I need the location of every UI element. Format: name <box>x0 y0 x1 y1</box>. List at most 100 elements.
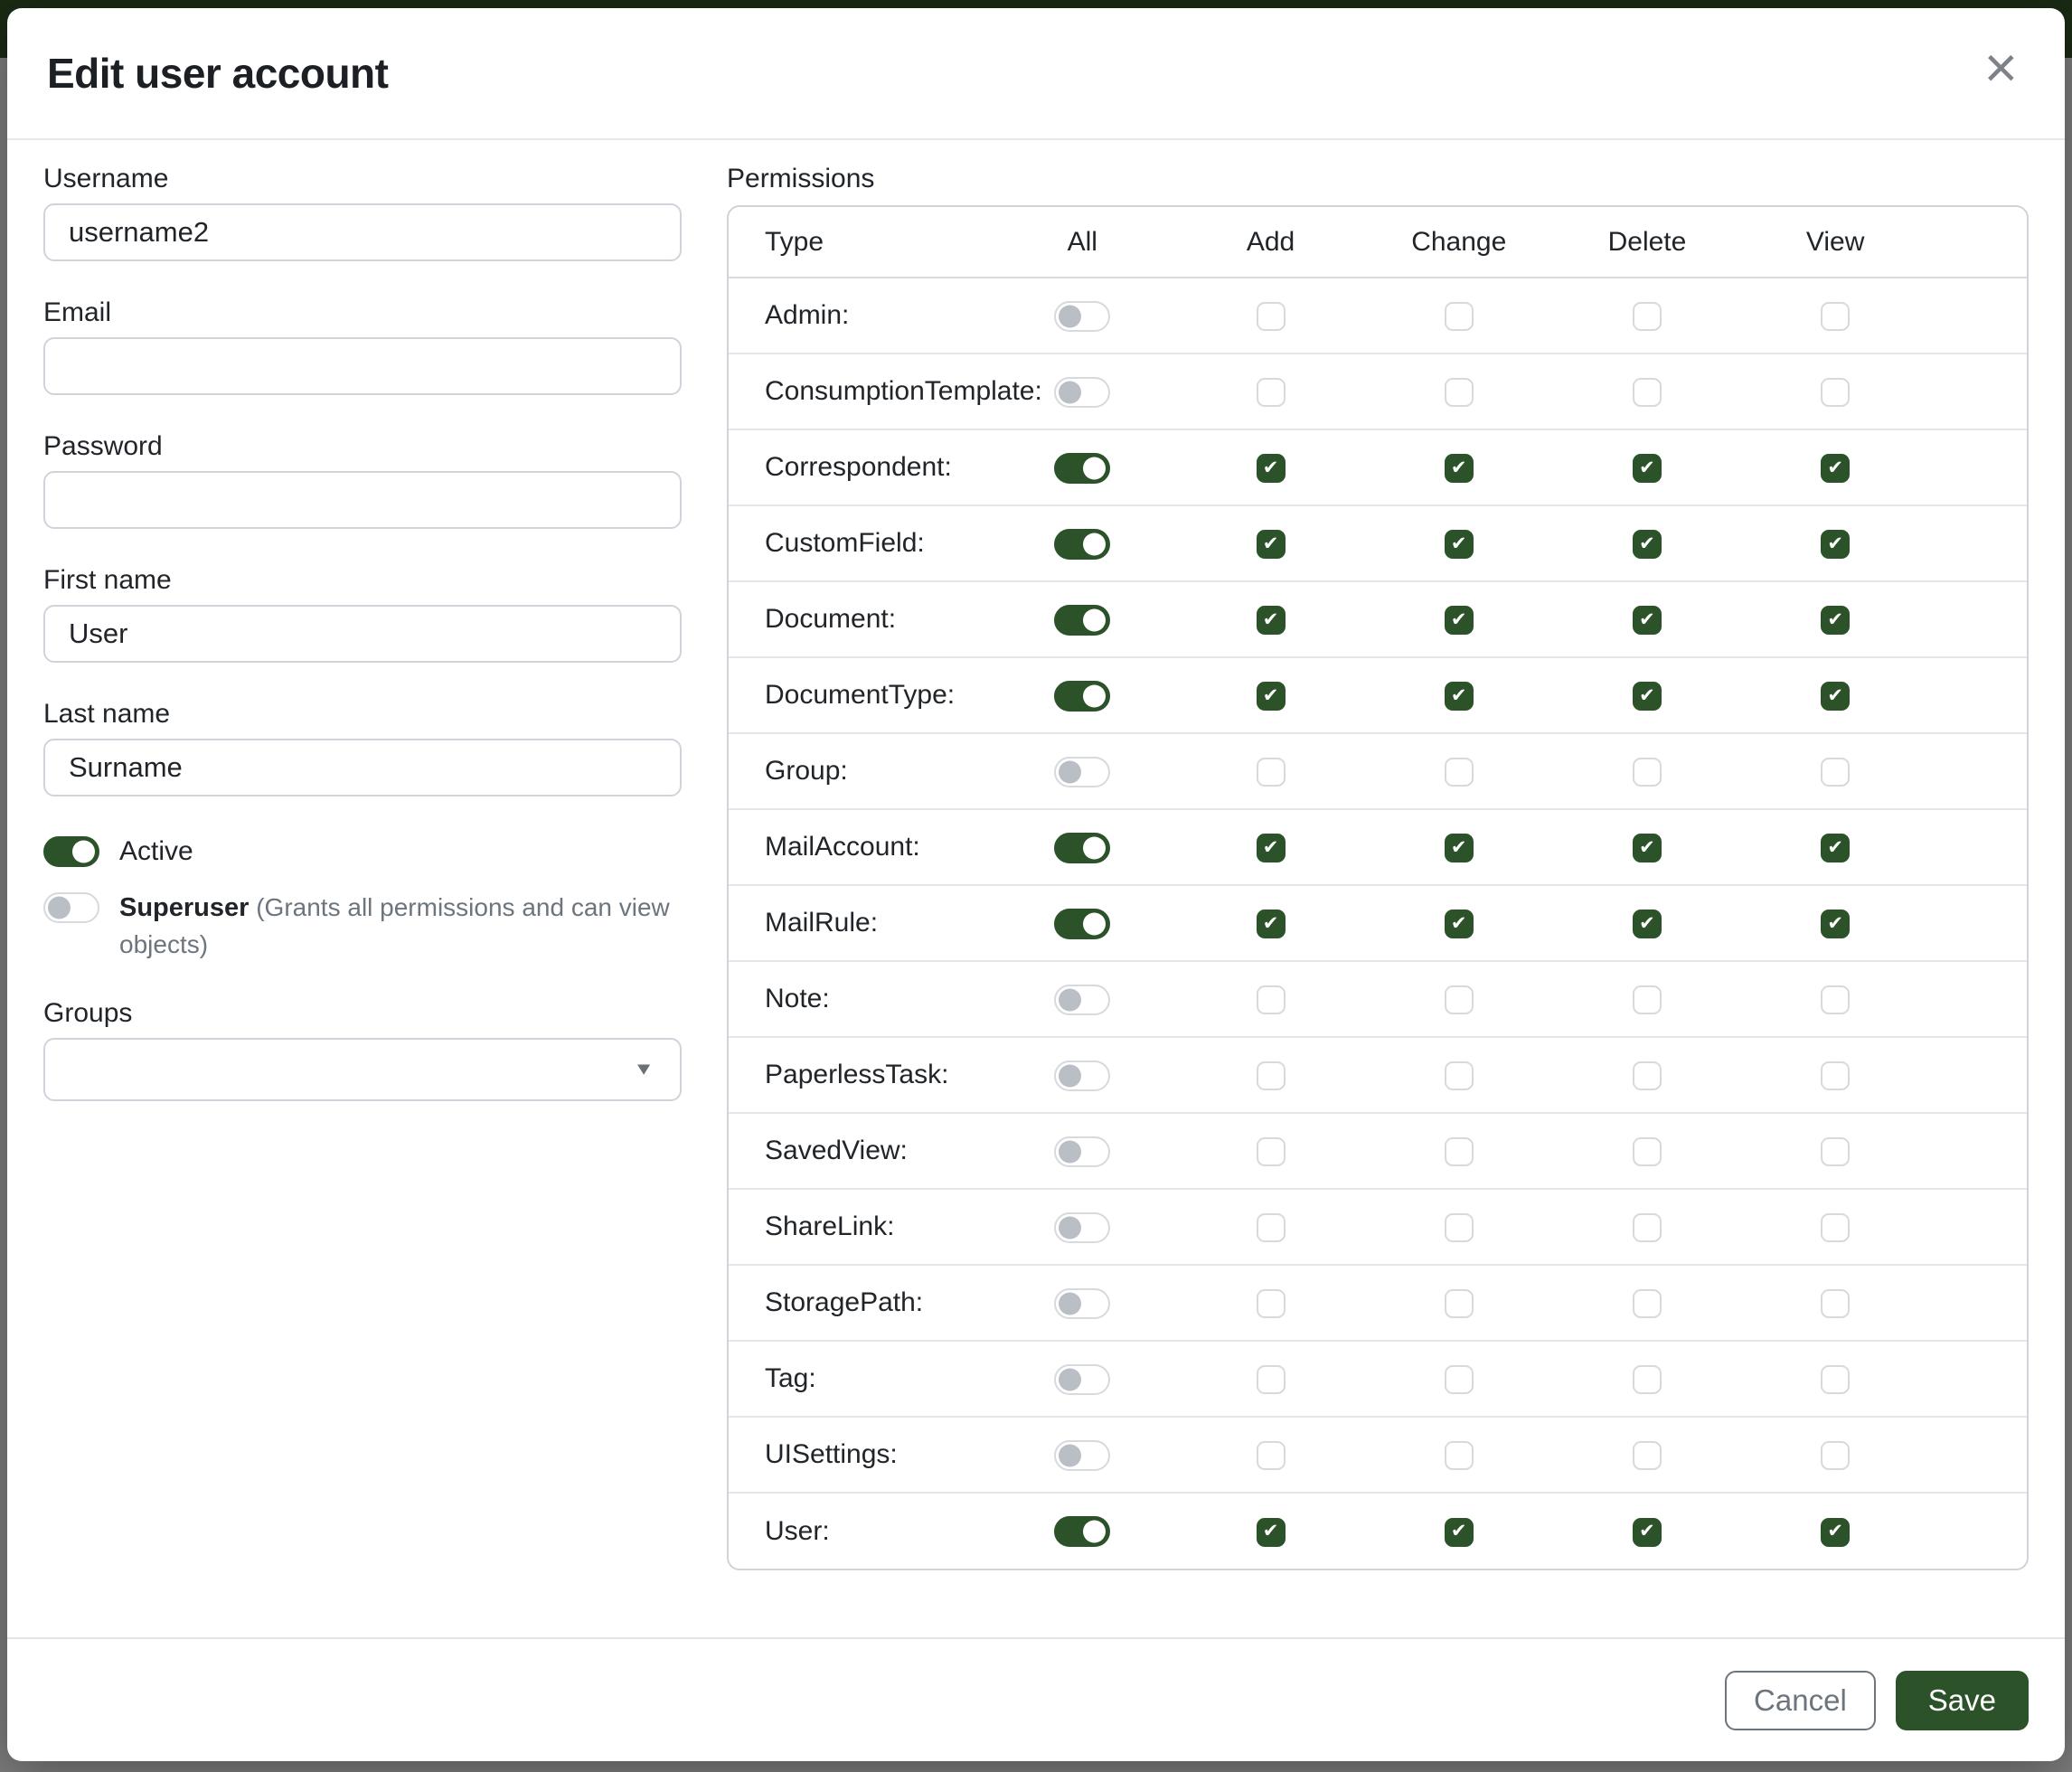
permission-add-checkbox[interactable]: ✔ <box>1257 682 1286 711</box>
permission-add-checkbox[interactable] <box>1257 1289 1286 1318</box>
active-toggle[interactable] <box>43 836 99 867</box>
permission-view-checkbox[interactable] <box>1821 758 1850 787</box>
permission-add-checkbox[interactable]: ✔ <box>1257 834 1286 862</box>
permission-delete-checkbox[interactable]: ✔ <box>1633 454 1662 483</box>
permission-all-toggle[interactable] <box>1054 1364 1110 1395</box>
permission-all-toggle[interactable] <box>1054 833 1110 863</box>
permission-row: Correspondent:✔✔✔✔ <box>729 429 2027 505</box>
superuser-toggle[interactable] <box>43 892 99 923</box>
permission-all-toggle[interactable] <box>1054 1440 1110 1471</box>
permission-view-checkbox[interactable]: ✔ <box>1821 910 1850 938</box>
permission-change-checkbox[interactable] <box>1445 1289 1474 1318</box>
groups-label: Groups <box>43 998 682 1029</box>
permission-view-checkbox[interactable]: ✔ <box>1821 1518 1850 1547</box>
permission-add-checkbox[interactable]: ✔ <box>1257 454 1286 483</box>
cancel-button[interactable]: Cancel <box>1725 1671 1876 1730</box>
permission-add-checkbox[interactable]: ✔ <box>1257 1518 1286 1547</box>
permission-all-toggle[interactable] <box>1054 757 1110 787</box>
permission-view-checkbox[interactable]: ✔ <box>1821 606 1850 635</box>
first-name-input[interactable] <box>43 605 682 663</box>
username-input[interactable] <box>43 203 682 261</box>
permission-all-toggle[interactable] <box>1054 681 1110 712</box>
permission-all-toggle[interactable] <box>1054 1516 1110 1547</box>
permission-view-checkbox[interactable]: ✔ <box>1821 682 1850 711</box>
last-name-input[interactable] <box>43 739 682 796</box>
permission-view-checkbox[interactable] <box>1821 1289 1850 1318</box>
permission-all-toggle[interactable] <box>1054 909 1110 939</box>
permission-change-checkbox[interactable] <box>1445 1441 1474 1470</box>
permission-add-checkbox[interactable]: ✔ <box>1257 910 1286 938</box>
permission-view-checkbox[interactable] <box>1821 1441 1850 1470</box>
permission-all-toggle[interactable] <box>1054 453 1110 484</box>
permission-delete-checkbox[interactable] <box>1633 1137 1662 1166</box>
permission-delete-checkbox[interactable]: ✔ <box>1633 606 1662 635</box>
permission-all-toggle[interactable] <box>1054 377 1110 408</box>
permission-add-checkbox[interactable]: ✔ <box>1257 606 1286 635</box>
permission-delete-checkbox[interactable] <box>1633 378 1662 407</box>
permission-change-checkbox[interactable]: ✔ <box>1445 606 1474 635</box>
permission-view-checkbox[interactable]: ✔ <box>1821 454 1850 483</box>
permission-change-checkbox[interactable]: ✔ <box>1445 530 1474 559</box>
permission-add-checkbox[interactable] <box>1257 1213 1286 1242</box>
permission-type-label: Note: <box>729 961 988 1037</box>
permission-all-toggle[interactable] <box>1054 1212 1110 1243</box>
permission-delete-checkbox[interactable]: ✔ <box>1633 910 1662 938</box>
permission-add-checkbox[interactable] <box>1257 1061 1286 1090</box>
permission-change-checkbox[interactable] <box>1445 1213 1474 1242</box>
permission-add-checkbox[interactable] <box>1257 302 1286 331</box>
permission-all-toggle[interactable] <box>1054 301 1110 332</box>
permission-delete-checkbox[interactable]: ✔ <box>1633 1518 1662 1547</box>
save-button[interactable]: Save <box>1896 1671 2029 1730</box>
email-input[interactable] <box>43 337 682 395</box>
permission-change-checkbox[interactable] <box>1445 1365 1474 1394</box>
permission-change-checkbox[interactable] <box>1445 378 1474 407</box>
permission-add-checkbox[interactable] <box>1257 1441 1286 1470</box>
permission-change-checkbox[interactable] <box>1445 985 1474 1014</box>
permission-all-toggle[interactable] <box>1054 1288 1110 1319</box>
permission-view-checkbox[interactable] <box>1821 1137 1850 1166</box>
permission-all-toggle[interactable] <box>1054 605 1110 636</box>
permission-add-checkbox[interactable] <box>1257 378 1286 407</box>
check-icon: ✔ <box>1639 610 1655 629</box>
permission-all-toggle[interactable] <box>1054 529 1110 560</box>
permission-all-toggle[interactable] <box>1054 985 1110 1015</box>
permission-change-checkbox[interactable]: ✔ <box>1445 1518 1474 1547</box>
permission-add-checkbox[interactable] <box>1257 1365 1286 1394</box>
permission-add-checkbox[interactable]: ✔ <box>1257 530 1286 559</box>
groups-select[interactable]: ▼ <box>43 1038 682 1101</box>
permission-change-checkbox[interactable]: ✔ <box>1445 682 1474 711</box>
permission-delete-checkbox[interactable] <box>1633 1289 1662 1318</box>
permission-add-checkbox[interactable] <box>1257 1137 1286 1166</box>
permission-change-checkbox[interactable]: ✔ <box>1445 454 1474 483</box>
permission-delete-checkbox[interactable]: ✔ <box>1633 530 1662 559</box>
permission-delete-checkbox[interactable]: ✔ <box>1633 682 1662 711</box>
permission-view-checkbox[interactable] <box>1821 302 1850 331</box>
password-input[interactable] <box>43 471 682 529</box>
permission-change-checkbox[interactable] <box>1445 1061 1474 1090</box>
permission-view-checkbox[interactable] <box>1821 1061 1850 1090</box>
permission-view-checkbox[interactable] <box>1821 985 1850 1014</box>
permission-change-checkbox[interactable] <box>1445 302 1474 331</box>
permission-view-checkbox[interactable]: ✔ <box>1821 834 1850 862</box>
permission-all-toggle[interactable] <box>1054 1136 1110 1167</box>
permission-add-checkbox[interactable] <box>1257 985 1286 1014</box>
permission-change-checkbox[interactable]: ✔ <box>1445 834 1474 862</box>
permission-view-checkbox[interactable] <box>1821 1213 1850 1242</box>
permission-delete-checkbox[interactable] <box>1633 1213 1662 1242</box>
permission-view-checkbox[interactable]: ✔ <box>1821 530 1850 559</box>
permission-delete-checkbox[interactable] <box>1633 302 1662 331</box>
permission-change-checkbox[interactable]: ✔ <box>1445 910 1474 938</box>
permission-delete-checkbox[interactable] <box>1633 1061 1662 1090</box>
permission-delete-checkbox[interactable] <box>1633 758 1662 787</box>
permission-view-checkbox[interactable] <box>1821 1365 1850 1394</box>
permission-view-checkbox[interactable] <box>1821 378 1850 407</box>
permission-change-checkbox[interactable] <box>1445 758 1474 787</box>
close-button[interactable]: × <box>1970 32 2032 104</box>
permission-add-checkbox[interactable] <box>1257 758 1286 787</box>
permission-delete-checkbox[interactable] <box>1633 1365 1662 1394</box>
permission-change-checkbox[interactable] <box>1445 1137 1474 1166</box>
permission-delete-checkbox[interactable]: ✔ <box>1633 834 1662 862</box>
permission-delete-checkbox[interactable] <box>1633 1441 1662 1470</box>
permission-delete-checkbox[interactable] <box>1633 985 1662 1014</box>
permission-all-toggle[interactable] <box>1054 1060 1110 1091</box>
